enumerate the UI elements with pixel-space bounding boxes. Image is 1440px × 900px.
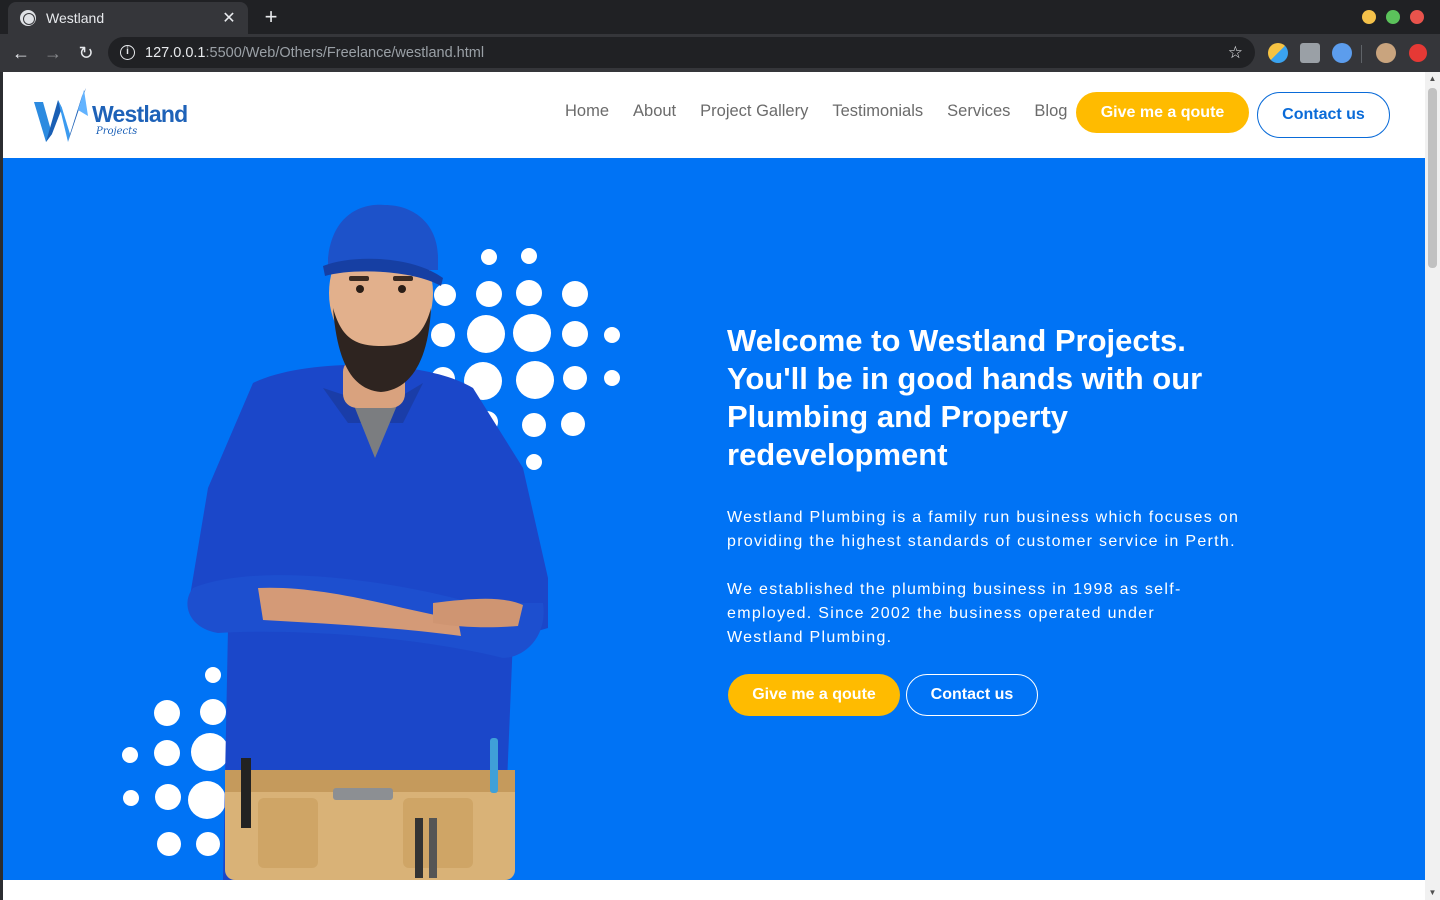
url-path: :5500/Web/Others/Freelance/westland.html xyxy=(205,44,485,61)
site-info-icon[interactable]: i xyxy=(120,45,135,60)
extension-check-icon[interactable] xyxy=(1332,43,1352,63)
nav-about[interactable]: About xyxy=(633,102,676,121)
bookmark-star-icon[interactable]: ☆ xyxy=(1228,43,1243,63)
page-viewport: Westland Projects Home About Project Gal… xyxy=(3,72,1425,900)
tab-title: Westland xyxy=(46,10,105,26)
logo-w-icon xyxy=(34,88,88,142)
close-window-button[interactable] xyxy=(1410,10,1424,24)
address-bar[interactable]: i 127.0.0.1:5500/Web/Others/Freelance/we… xyxy=(108,37,1255,68)
westland-logo[interactable]: Westland Projects xyxy=(34,86,194,146)
browser-tab-strip: Westland ✕ + xyxy=(0,0,1440,34)
scrollbar-thumb[interactable] xyxy=(1428,88,1437,268)
url-text: 127.0.0.1:5500/Web/Others/Freelance/west… xyxy=(145,45,1228,61)
minimize-button[interactable] xyxy=(1362,10,1376,24)
header-contact-button[interactable]: Contact us xyxy=(1257,92,1390,138)
main-nav: Home About Project Gallery Testimonials … xyxy=(565,102,1067,121)
browser-tab[interactable]: Westland ✕ xyxy=(8,2,248,34)
extension-photo-icon[interactable] xyxy=(1300,43,1320,63)
nav-blog[interactable]: Blog xyxy=(1034,102,1067,121)
scroll-up-arrow[interactable]: ▲ xyxy=(1425,72,1440,86)
forward-button[interactable]: → xyxy=(40,40,66,66)
hero-section: Welcome to Westland Projects. You'll be … xyxy=(3,158,1425,880)
new-tab-button[interactable]: + xyxy=(258,4,284,30)
page-scrollbar[interactable]: ▲ ▼ xyxy=(1425,72,1440,900)
hero-paragraph-2: We established the plumbing business in … xyxy=(727,581,1182,646)
hero-paragraph-1: Westland Plumbing is a family run busine… xyxy=(727,509,1240,550)
tab-close-icon[interactable]: ✕ xyxy=(220,8,238,28)
nav-project-gallery[interactable]: Project Gallery xyxy=(700,102,808,121)
extension-heart-icon[interactable] xyxy=(1268,43,1288,63)
hero-title: Welcome to Westland Projects. You'll be … xyxy=(727,323,1203,472)
browser-toolbar: ← → ↻ i 127.0.0.1:5500/Web/Others/Freela… xyxy=(0,34,1440,72)
back-button[interactable]: ← xyxy=(8,40,34,66)
logo-wordmark: Westland xyxy=(92,101,188,127)
reload-button[interactable]: ↻ xyxy=(73,40,99,66)
logo-subtitle: Projects xyxy=(96,126,138,137)
header-quote-button[interactable]: Give me a qoute xyxy=(1076,92,1249,133)
profile-avatar[interactable] xyxy=(1376,43,1396,63)
nav-home[interactable]: Home xyxy=(565,102,609,121)
hero-plumber-illustration xyxy=(122,204,620,880)
scroll-down-arrow[interactable]: ▼ xyxy=(1425,886,1440,900)
site-header: Westland Projects Home About Project Gal… xyxy=(3,72,1425,158)
hero-quote-button[interactable]: Give me a qoute xyxy=(728,674,900,716)
nav-testimonials[interactable]: Testimonials xyxy=(832,102,923,121)
globe-icon xyxy=(20,10,36,26)
update-icon[interactable] xyxy=(1409,44,1427,62)
maximize-button[interactable] xyxy=(1386,10,1400,24)
url-host: 127.0.0.1 xyxy=(145,44,206,61)
toolbar-divider xyxy=(1361,45,1362,63)
window-controls xyxy=(1362,10,1424,24)
hero-contact-button[interactable]: Contact us xyxy=(906,674,1038,716)
nav-services[interactable]: Services xyxy=(947,102,1010,121)
plumber-figure xyxy=(187,204,548,880)
